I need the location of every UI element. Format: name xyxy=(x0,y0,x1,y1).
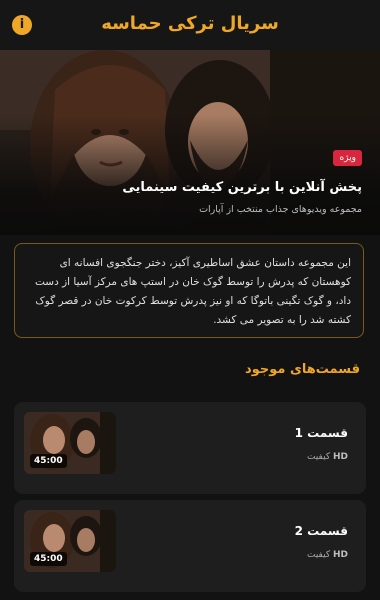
featured-badge: ویژه xyxy=(333,150,362,166)
episode-thumbnail: 45:00 xyxy=(24,510,116,572)
top-bar: سریال ترکی حماسه i xyxy=(0,0,380,50)
episode-card[interactable]: 45:00 قسمت 2 HD کیفیت xyxy=(14,500,366,592)
episode-quality: HD کیفیت xyxy=(307,550,348,560)
episodes-section-title: قسمت‌های موجود xyxy=(245,362,360,377)
episode-title: قسمت 2 xyxy=(294,524,348,538)
hd-badge: HD xyxy=(332,452,348,462)
episode-duration: 45:00 xyxy=(30,454,67,468)
episode-quality: HD کیفیت xyxy=(307,452,348,462)
episode-duration: 45:00 xyxy=(30,552,67,566)
hero-title: پخش آنلاین با برترین کیفیت سینمایی xyxy=(122,180,362,195)
episode-title: قسمت 1 xyxy=(294,426,348,440)
app-title: سریال ترکی حماسه xyxy=(101,13,279,34)
info-icon[interactable]: i xyxy=(12,15,32,35)
episode-thumbnail: 45:00 xyxy=(24,412,116,474)
quality-label: کیفیت xyxy=(307,452,331,462)
series-description: این مجموعه داستان عشق اساطیری آکیز، دختر… xyxy=(14,243,364,338)
quality-label: کیفیت xyxy=(307,550,331,560)
hd-badge: HD xyxy=(332,550,348,560)
hero-banner[interactable]: ویژه پخش آنلاین با برترین کیفیت سینمایی … xyxy=(0,50,380,235)
episode-card[interactable]: 45:00 قسمت 1 HD کیفیت xyxy=(14,402,366,494)
hero-subtitle: مجموعه ویدیوهای جذاب منتخب از آپارات xyxy=(199,204,362,215)
